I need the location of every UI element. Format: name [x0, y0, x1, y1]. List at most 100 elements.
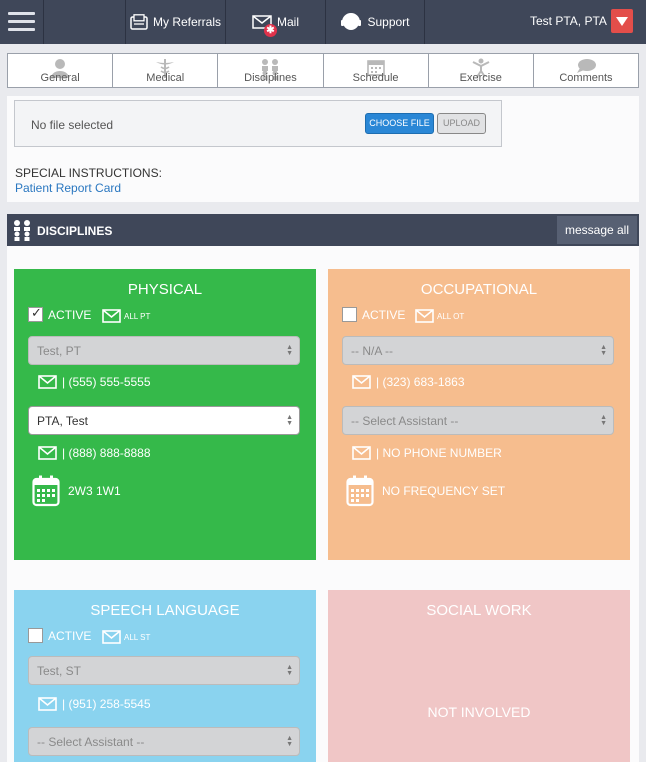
physical-therapist-phone-text: | (555) 555-5555	[62, 375, 151, 389]
physical-therapist-phone: | (555) 555-5555	[38, 375, 151, 389]
file-status: No file selected	[31, 118, 114, 132]
tab-general[interactable]: General	[8, 54, 114, 87]
patient-tabs: General Medical Disciplines Schedule Exe…	[7, 53, 639, 88]
my-referrals-label: My Referrals	[152, 15, 221, 29]
occupational-therapist-phone-text: | (323) 683-1863	[376, 375, 465, 389]
select-arrows-icon: ▲ ▼	[600, 414, 607, 427]
occupational-frequency: NO FREQUENCY SET	[346, 475, 505, 507]
social-work-title: SOCIAL WORK	[426, 602, 532, 619]
mail-icon	[102, 630, 121, 644]
speech-language-title: SPEECH LANGUAGE	[90, 602, 240, 619]
mail-icon[interactable]	[352, 446, 371, 460]
occupational-active-toggle[interactable]: ACTIVE	[342, 307, 405, 322]
physical-frequency-text: 2W3 1W1	[68, 484, 121, 498]
upload-button[interactable]: UPLOAD	[437, 113, 486, 134]
support-button[interactable]: Support	[325, 0, 425, 44]
file-upload-box: No file selected CHOOSE FILE UPLOAD	[14, 100, 502, 147]
select-arrows-icon: ▲ ▼	[600, 344, 607, 357]
speech-therapist-value: Test, ST	[37, 664, 82, 678]
patient-report-card-link[interactable]: Patient Report Card	[15, 181, 121, 195]
disciplines-icon	[14, 220, 30, 241]
tab-comments[interactable]: Comments	[534, 54, 638, 87]
disciplines-title: DISCIPLINES	[37, 224, 113, 238]
caduceus-icon	[156, 59, 175, 78]
top-nav-buttons: My Referrals Mail ✱ Support	[125, 0, 425, 44]
speech-active-checkbox[interactable]	[28, 628, 43, 643]
user-icon	[51, 59, 70, 78]
special-instructions-label: SPECIAL INSTRUCTIONS:	[15, 166, 162, 180]
physical-frequency: 2W3 1W1	[32, 475, 121, 507]
occupational-title: OCCUPATIONAL	[420, 281, 538, 298]
speech-therapist-phone: | (951) 258-5545	[38, 697, 151, 711]
user-name[interactable]: Test PTA, PTA	[530, 14, 607, 28]
physical-assistant-phone: | (888) 888-8888	[38, 446, 151, 460]
exercise-icon	[472, 58, 490, 78]
select-arrows-icon: ▲ ▼	[286, 664, 293, 677]
user-dropdown-icon[interactable]	[611, 9, 633, 33]
mail-button[interactable]: Mail ✱	[225, 0, 325, 44]
support-icon	[341, 13, 362, 30]
physical-therapist-select[interactable]: Test, PT ▲ ▼	[28, 336, 300, 365]
occupational-active-label: ACTIVE	[362, 307, 406, 322]
my-referrals-button[interactable]: My Referrals	[125, 0, 225, 44]
mail-icon[interactable]	[38, 375, 57, 389]
mail-icon[interactable]	[38, 446, 57, 460]
all-st-label: ALL ST	[124, 632, 151, 642]
occupational-frequency-text: NO FREQUENCY SET	[382, 484, 506, 498]
occupational-assistant-phone-text: | NO PHONE NUMBER	[376, 446, 502, 460]
mail-icon	[415, 309, 434, 323]
message-all-st[interactable]: ALL ST	[102, 630, 150, 644]
occupational-therapist-value: -- N/A --	[351, 344, 393, 358]
tab-schedule[interactable]: Schedule	[324, 54, 429, 87]
physical-assistant-value: PTA, Test	[37, 414, 88, 428]
physical-active-checkbox[interactable]	[28, 305, 43, 322]
speech-active-toggle[interactable]: ACTIVE	[28, 628, 91, 643]
speech-active-label: ACTIVE	[48, 628, 92, 643]
all-pt-label: ALL PT	[124, 311, 151, 321]
disciplines-header: DISCIPLINES message all	[7, 214, 639, 246]
message-all-pt[interactable]: ALL PT	[102, 309, 150, 323]
physical-active-label: ACTIVE	[48, 307, 92, 322]
physical-assistant-phone-text: | (888) 888-8888	[62, 446, 151, 460]
mail-label: Mail	[276, 15, 299, 29]
calendar-icon[interactable]	[346, 475, 374, 507]
physical-card: PHYSICAL ACTIVE ALL PT Test, PT ▲▼ | (55…	[14, 269, 316, 560]
occupational-assistant-select[interactable]: -- Select Assistant -- ▲ ▼	[342, 406, 614, 435]
message-all-ot[interactable]: ALL OT	[415, 309, 464, 323]
occupational-assistant-phone: | NO PHONE NUMBER	[352, 446, 502, 460]
social-work-card: SOCIAL WORK NOT INVOLVED	[328, 590, 630, 762]
occupational-therapist-phone: | (323) 683-1863	[352, 375, 465, 389]
speech-assistant-select[interactable]: -- Select Assistant -- ▲ ▼	[28, 727, 300, 756]
select-arrows-icon: ▲ ▼	[286, 344, 293, 357]
menu-toggle-button[interactable]	[0, 0, 44, 44]
speech-language-card: SPEECH LANGUAGE ACTIVE ALL ST Test, ST ▲…	[14, 590, 316, 762]
occupational-assistant-value: -- Select Assistant --	[351, 414, 459, 428]
occupational-active-checkbox[interactable]	[342, 307, 357, 322]
tab-disciplines[interactable]: Disciplines	[218, 54, 324, 87]
physical-active-toggle[interactable]: ACTIVE	[28, 305, 92, 322]
choose-file-button[interactable]: CHOOSE FILE	[365, 113, 434, 134]
physical-assistant-select[interactable]: PTA, Test ▲ ▼	[28, 406, 300, 435]
speech-therapist-phone-text: | (951) 258-5545	[62, 697, 151, 711]
all-ot-label: ALL OT	[437, 311, 465, 321]
referrals-icon	[130, 14, 148, 30]
occupational-therapist-select[interactable]: -- N/A -- ▲ ▼	[342, 336, 614, 365]
social-work-status: NOT INVOLVED	[427, 704, 531, 720]
speech-assistant-value: -- Select Assistant --	[37, 735, 145, 749]
calendar-icon[interactable]	[32, 475, 60, 507]
physical-title: PHYSICAL	[127, 281, 203, 298]
comment-icon	[576, 59, 596, 73]
select-arrows-icon: ▲ ▼	[286, 735, 293, 748]
occupational-card: OCCUPATIONAL ACTIVE ALL OT -- N/A -- ▲ ▼ …	[328, 269, 630, 560]
calendar-icon	[366, 60, 385, 76]
tab-exercise[interactable]: Exercise	[429, 54, 534, 87]
mail-icon[interactable]	[352, 375, 371, 389]
physical-therapist-value: Test, PT	[37, 344, 82, 358]
speech-therapist-select[interactable]: Test, ST ▲ ▼	[28, 656, 300, 685]
message-all-button[interactable]: message all	[557, 216, 637, 244]
select-arrows-icon: ▲ ▼	[286, 414, 293, 427]
mail-icon[interactable]	[38, 697, 57, 711]
people-icon	[262, 59, 279, 80]
mail-icon	[102, 309, 121, 323]
tab-medical[interactable]: Medical	[113, 54, 219, 87]
